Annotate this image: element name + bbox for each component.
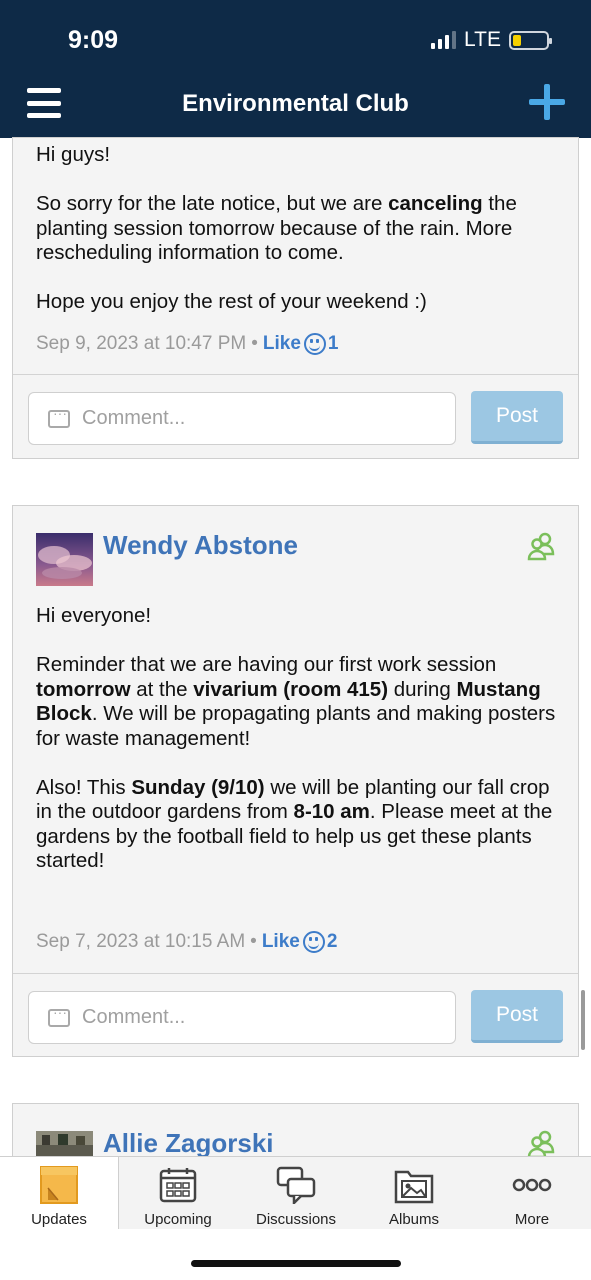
- tab-label: More: [514, 1211, 550, 1228]
- smile-icon[interactable]: [302, 931, 325, 953]
- comment-placeholder: Comment...: [82, 407, 186, 429]
- text-segment: Hi everyone!: [36, 604, 152, 627]
- post-meta: Sep 7, 2023 at 10:15 AM • Like 2: [36, 931, 338, 953]
- comment-input[interactable]: Comment...: [28, 392, 456, 445]
- bold-text: 8-10 am: [293, 800, 370, 823]
- add-post-button[interactable]: [529, 84, 565, 120]
- post-button[interactable]: Post: [471, 990, 563, 1043]
- tab-discussions[interactable]: Discussions: [237, 1157, 355, 1229]
- tab-label: Upcoming: [144, 1211, 212, 1228]
- comment-placeholder: Comment...: [82, 1006, 186, 1028]
- post-meta: Sep 9, 2023 at 10:47 PM • Like 1: [36, 333, 339, 355]
- post-paragraph: Hope you enjoy the rest of your weekend …: [36, 290, 560, 315]
- post-paragraph: Hi everyone!: [36, 604, 560, 629]
- post-timestamp: Sep 7, 2023 at 10:15 AM: [36, 931, 246, 952]
- scrollbar[interactable]: [581, 990, 585, 1050]
- avatar[interactable]: [36, 533, 93, 586]
- text-segment: So sorry for the late notice, but we are: [36, 192, 389, 215]
- home-indicator[interactable]: [191, 1260, 401, 1267]
- post-paragraph: Reminder that we are having our first wo…: [36, 653, 560, 751]
- page-title: Environmental Club: [182, 90, 409, 117]
- tab-albums[interactable]: Albums: [355, 1157, 473, 1229]
- bold-text: Sunday (9/10): [131, 775, 265, 799]
- bold-text: vivarium (room 415): [193, 677, 389, 701]
- status-indicators: LTE: [431, 28, 552, 52]
- post-card: Hi guys! So sorry for the late notice, bu…: [12, 137, 579, 459]
- text-segment: Reminder that we are having our first wo…: [36, 653, 497, 676]
- author-name[interactable]: Allie Zagorski: [103, 1128, 274, 1159]
- tab-upcoming[interactable]: Upcoming: [119, 1157, 237, 1229]
- tab-bar: Updates Upcoming Discussions Albums More: [0, 1156, 591, 1229]
- chat-bubbles-icon: [276, 1165, 316, 1205]
- post-card: Wendy Abstone Hi everyone! Reminder that …: [12, 505, 579, 1057]
- author-name[interactable]: Wendy Abstone: [103, 530, 298, 561]
- comment-icon: [48, 405, 70, 428]
- post-button[interactable]: Post: [471, 391, 563, 444]
- battery-icon: [509, 30, 552, 50]
- photo-album-icon: [394, 1165, 434, 1205]
- bold-text: tomorrow: [36, 677, 131, 701]
- like-button[interactable]: Like: [262, 931, 300, 953]
- text-segment: . We will be propagating plants and maki…: [36, 702, 556, 750]
- tab-label: Discussions: [255, 1211, 337, 1228]
- tab-label: Updates: [31, 1211, 87, 1228]
- text-segment: Also! This: [36, 775, 132, 799]
- text-segment: Hope you enjoy the rest of your weekend …: [36, 290, 427, 313]
- tab-updates[interactable]: Updates: [0, 1157, 119, 1229]
- top-bar: 9:09 LTE Environmental Club: [0, 0, 591, 138]
- tab-more[interactable]: More: [473, 1157, 591, 1229]
- sticky-note-icon: [39, 1165, 79, 1205]
- text-segment: Hi guys!: [36, 143, 111, 166]
- like-count: 1: [327, 333, 339, 354]
- smile-icon[interactable]: [303, 333, 326, 355]
- post-timestamp: Sep 9, 2023 at 10:47 PM: [36, 333, 247, 354]
- post-paragraph: Hi guys!: [36, 143, 560, 168]
- post-body: Hi everyone! Reminder that we are having …: [36, 604, 560, 898]
- post-paragraph: So sorry for the late notice, but we are…: [36, 192, 560, 266]
- post-card: Allie Zagorski: [12, 1103, 579, 1163]
- post-paragraph: Also! This Sunday (9/10) we will be plan…: [36, 776, 560, 874]
- text-segment: at the: [130, 677, 194, 701]
- bold-text: canceling: [388, 192, 483, 215]
- comment-input[interactable]: Comment...: [28, 991, 456, 1044]
- calendar-icon: [158, 1165, 198, 1205]
- like-count: 2: [326, 931, 338, 952]
- network-label: LTE: [464, 28, 501, 51]
- post-body: Hi guys! So sorry for the late notice, bu…: [36, 143, 560, 339]
- text-segment: during: [388, 677, 457, 701]
- more-dots-icon: [512, 1165, 552, 1205]
- comment-icon: [48, 1004, 70, 1027]
- members-icon[interactable]: [526, 530, 558, 562]
- signal-icon: [431, 31, 457, 49]
- tab-label: Albums: [388, 1211, 440, 1228]
- like-button[interactable]: Like: [263, 333, 301, 355]
- status-time: 9:09: [68, 26, 119, 54]
